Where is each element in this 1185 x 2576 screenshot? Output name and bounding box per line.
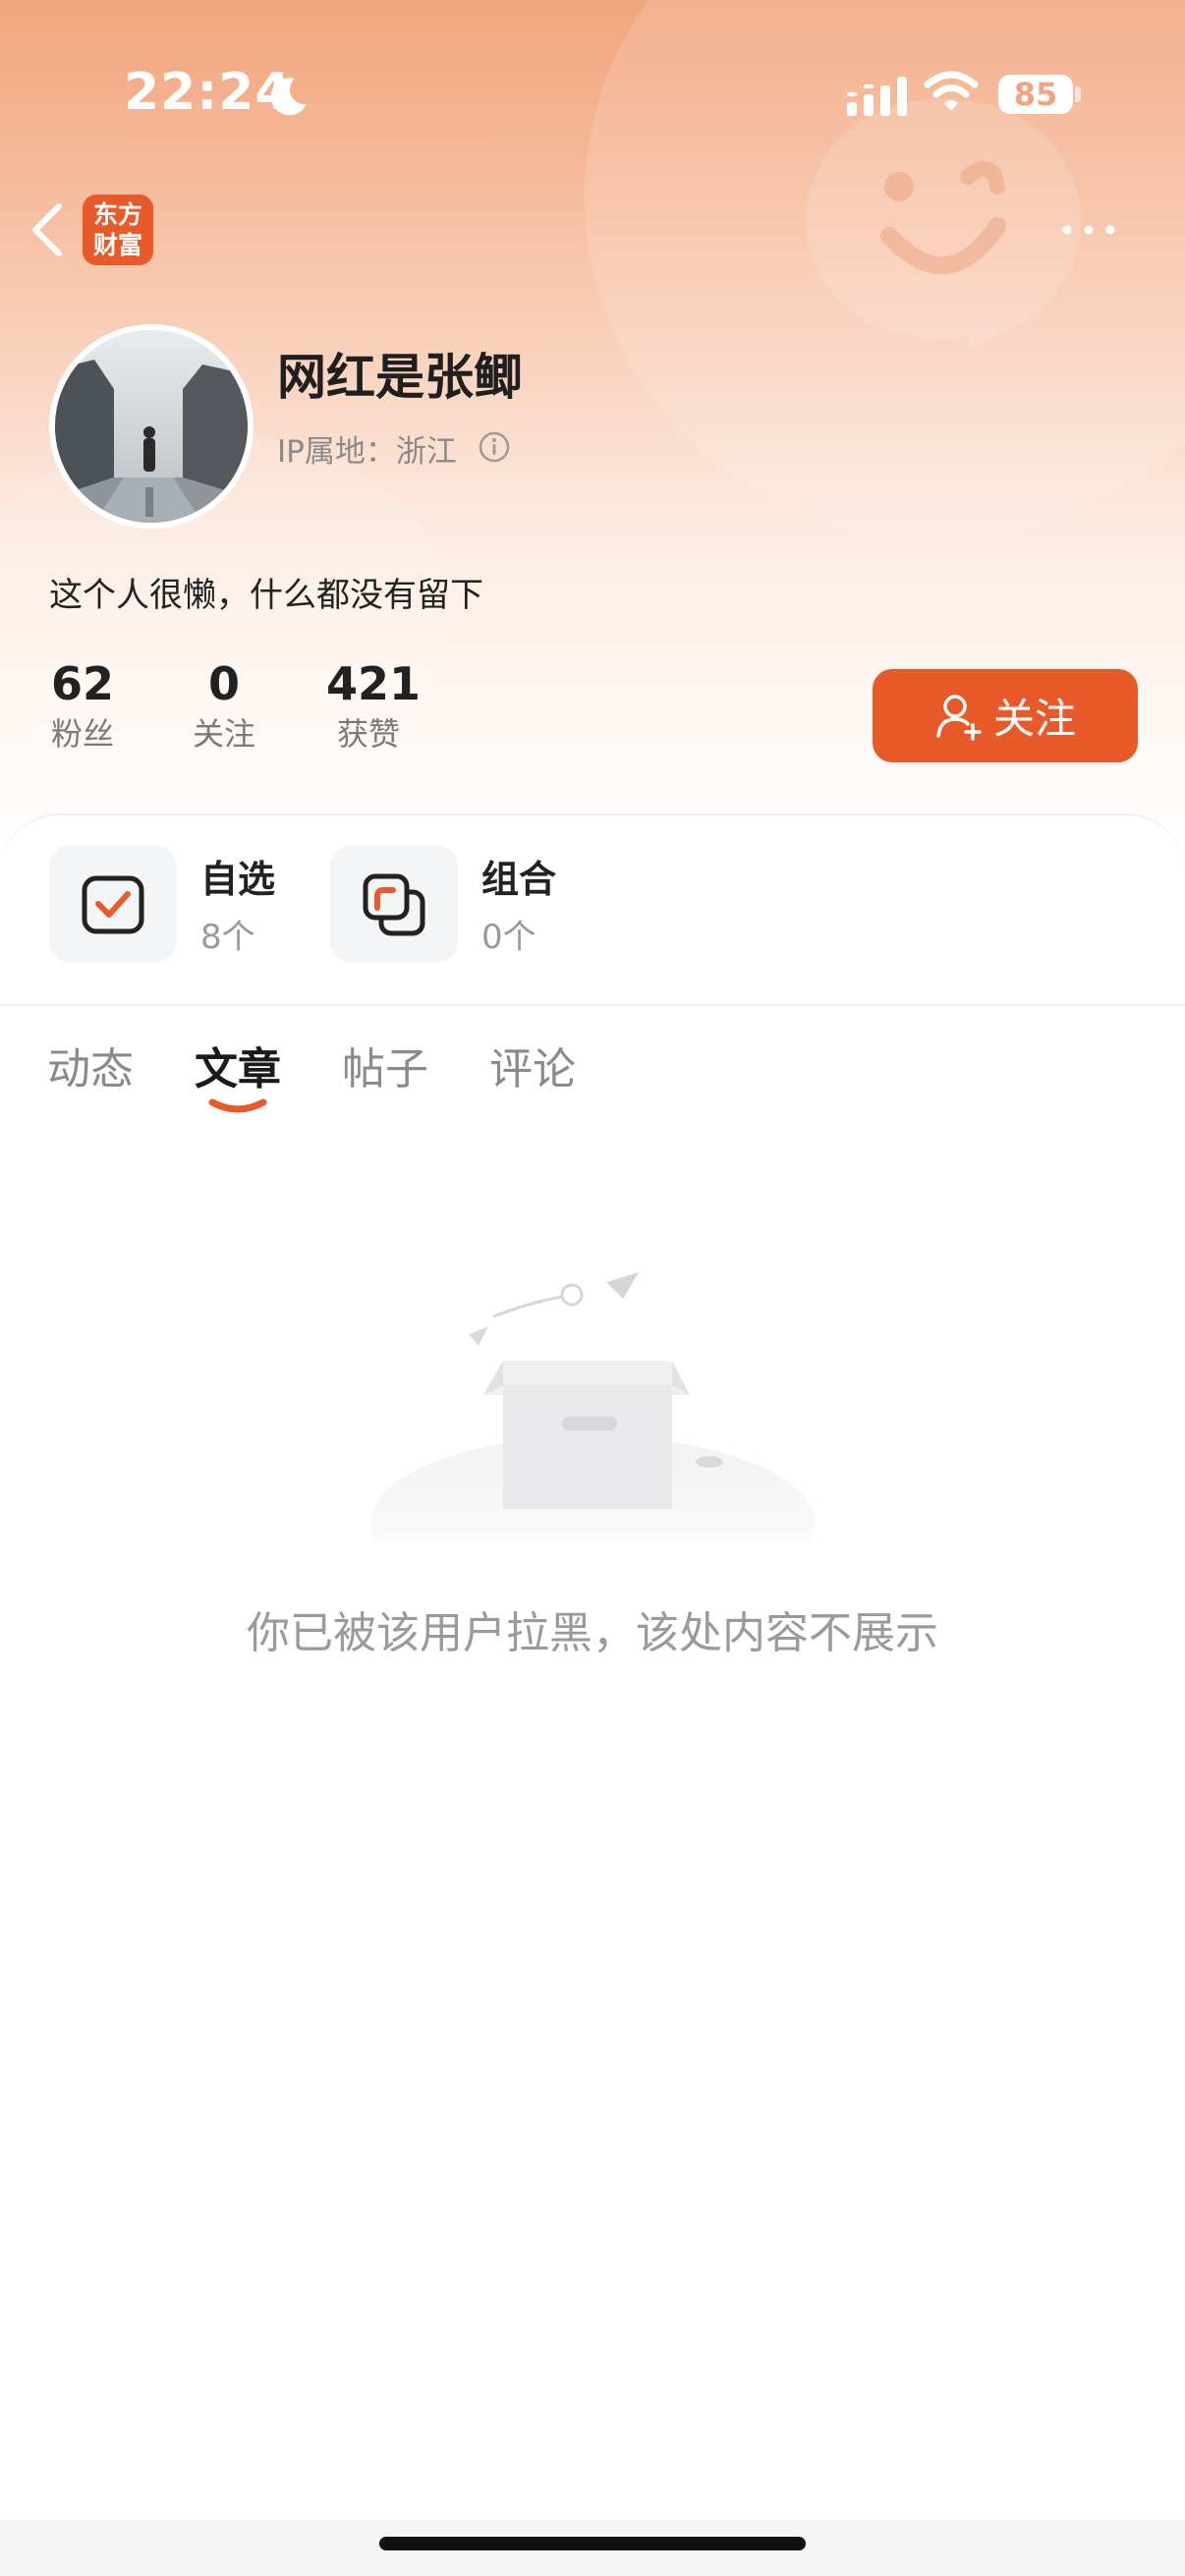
active-tab-indicator — [208, 1098, 267, 1113]
wifi-icon — [924, 71, 979, 111]
tab-comments[interactable]: 评论 — [489, 1034, 576, 1096]
tab-article[interactable]: 文章 — [195, 1034, 281, 1096]
follow-button-label: 关注 — [992, 695, 1076, 743]
follow-button[interactable]: 关注 — [873, 669, 1138, 762]
tab-dynamic[interactable]: 动态 — [47, 1034, 134, 1096]
add-user-icon — [936, 694, 982, 741]
shortcut-title: 组合 — [481, 858, 557, 901]
stat-following[interactable]: 0 关注 — [189, 656, 259, 756]
stacked-squares-icon — [363, 873, 425, 936]
info-icon[interactable] — [478, 430, 511, 464]
stat-label: 粉丝 — [50, 715, 114, 753]
username: 网红是张鲫 — [277, 349, 523, 406]
tab-posts[interactable]: 帖子 — [342, 1034, 428, 1096]
home-indicator[interactable] — [379, 2537, 806, 2550]
ip-location: IP属地：浙江 — [277, 434, 457, 470]
empty-state-message: 你已被该用户拉黑，该处内容不展示 — [247, 1608, 938, 1658]
avatar-image — [55, 330, 248, 523]
shortcut-icon-box — [330, 845, 458, 963]
shortcut-count: 8个 — [200, 918, 255, 957]
stat-value: 62 — [50, 657, 114, 710]
more-icon[interactable] — [1059, 222, 1118, 238]
stat-value: 0 — [207, 657, 240, 710]
app-logo-text: 财富 — [92, 231, 142, 259]
shortcut-count: 0个 — [481, 918, 536, 957]
signal-icon — [847, 77, 907, 116]
stat-label: 获赞 — [336, 715, 400, 753]
shortcut-icon-box — [49, 845, 177, 963]
avatar[interactable] — [49, 324, 254, 529]
app-logo-text: 东方 — [92, 200, 142, 229]
stat-likes: 421 获赞 — [326, 656, 422, 756]
bio: 这个人很懒，什么都没有留下 — [49, 576, 483, 615]
battery-cap — [1075, 86, 1081, 102]
stat-fans[interactable]: 62 粉丝 — [47, 656, 118, 756]
app-logo: 东方 财富 — [83, 195, 153, 265]
stat-value: 421 — [326, 657, 422, 710]
moon-icon — [270, 78, 307, 116]
smile-bubble-icon — [806, 98, 1081, 352]
back-icon[interactable] — [26, 198, 69, 261]
empty-box-illustration — [370, 1272, 815, 1542]
stat-label: 关注 — [192, 715, 255, 753]
checkbox-icon — [82, 875, 144, 934]
battery-icon: 85 — [998, 75, 1073, 114]
status-time: 22:24 — [124, 63, 292, 122]
content-card — [0, 813, 1185, 2576]
divider — [0, 1004, 1185, 1006]
shortcut-title: 自选 — [200, 858, 276, 901]
